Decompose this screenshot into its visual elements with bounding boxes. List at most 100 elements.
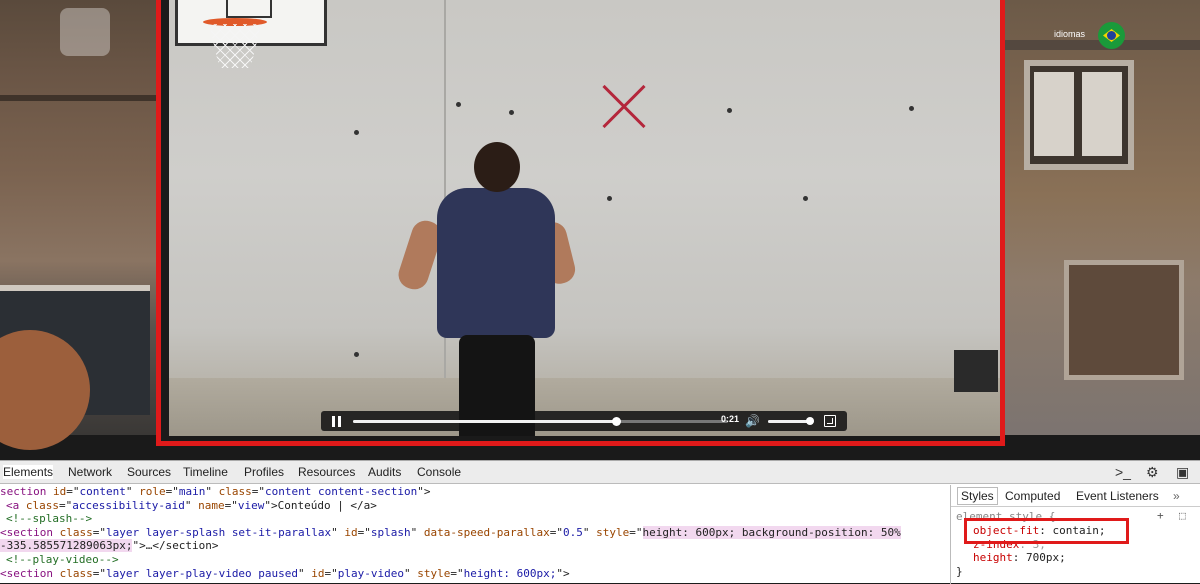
building-stripe (0, 95, 156, 101)
dom-node-line[interactable]: -335.585571289063px;">…</section> (0, 539, 219, 553)
dom-token: "> (556, 566, 570, 580)
dom-token: =" (450, 566, 464, 580)
rule-close-brace: } (956, 565, 963, 578)
dom-token: " (404, 566, 418, 580)
dom-token: class (59, 566, 93, 580)
seek-bar[interactable] (353, 417, 728, 426)
rule-value: 700px; (1026, 551, 1066, 564)
language-label[interactable]: idiomas (1054, 29, 1085, 39)
site-logo (60, 8, 110, 56)
dom-token: style (417, 566, 451, 580)
dom-node-line[interactable]: <section class =" layer layer-play-video p… (0, 567, 570, 581)
dom-token: " (331, 525, 345, 539)
dom-tree[interactable]: section id="content" role="main" class="… (0, 485, 950, 584)
dom-token: =" (59, 498, 73, 512)
dock-icon[interactable]: ▣ (1176, 464, 1189, 481)
tab-profiles[interactable]: Profiles (244, 465, 284, 479)
x-mark (601, 84, 647, 130)
dom-node-line[interactable]: <!--splash--> (6, 512, 92, 526)
dom-token: =" (66, 485, 80, 498)
gear-icon[interactable]: ⚙ (1146, 464, 1159, 481)
dom-token: ">Conteúdo | </a> (264, 498, 377, 512)
dom-token: <!--play-video--> (6, 553, 119, 566)
dom-token: id (344, 525, 358, 539)
dom-token: ">…</section> (132, 539, 219, 553)
wall-dot (509, 110, 514, 115)
dark-box (954, 350, 998, 392)
dom-token: =" (357, 525, 371, 539)
dom-token: view (237, 498, 265, 512)
dom-token: id (311, 566, 325, 580)
dom-token: -335.585571289063px; (0, 539, 133, 553)
dom-token: class (25, 498, 59, 512)
dom-token: " (205, 485, 219, 498)
dom-token: class (218, 485, 252, 498)
volume-handle[interactable] (806, 417, 815, 425)
video-controls: 0:21 🔊 (321, 411, 847, 431)
dom-token: <section (0, 566, 60, 580)
tab-elements[interactable]: Elements (3, 465, 54, 479)
tab-styles[interactable]: Styles (957, 487, 998, 505)
seek-progress (353, 420, 616, 423)
chevron-right-icon[interactable]: » (1173, 489, 1180, 503)
toggle-state-icon[interactable]: ⬚ (1179, 509, 1186, 522)
dom-token: splash (370, 525, 411, 539)
fullscreen-icon[interactable] (824, 415, 836, 427)
tab-computed[interactable]: Computed (1005, 489, 1060, 503)
tab-timeline[interactable]: Timeline (183, 465, 228, 479)
tab-network[interactable]: Network (68, 465, 112, 479)
dom-node-line[interactable]: <!--play-video--> (6, 553, 119, 567)
tab-audits[interactable]: Audits (368, 465, 401, 479)
dom-token: <a (6, 498, 26, 512)
tab-sources[interactable]: Sources (127, 465, 171, 479)
add-rule-icon[interactable]: + (1157, 509, 1164, 522)
dom-token: " (184, 498, 199, 512)
wall-dot (354, 352, 359, 357)
dom-token: =" (324, 566, 338, 580)
dom-token: play-video (337, 566, 405, 580)
tab-console[interactable]: Console (417, 465, 461, 479)
brazil-flag-icon[interactable] (1098, 22, 1125, 49)
pause-icon[interactable] (331, 416, 342, 427)
wall-dot (727, 108, 732, 113)
window-pane (1082, 72, 1122, 156)
wall-dot (803, 196, 808, 201)
dom-token: accessibility-aid (72, 498, 185, 512)
dom-token: =" (224, 498, 238, 512)
dom-token: "> (417, 485, 431, 498)
volume-level (768, 420, 811, 423)
seek-handle[interactable] (611, 417, 621, 426)
wall-dot (909, 106, 914, 111)
dom-token: layer layer-splash set-it-parallax (105, 525, 332, 539)
dom-token: =" (629, 525, 643, 539)
flag-globe (1107, 31, 1116, 40)
wall-dot (607, 196, 612, 201)
dom-node-line[interactable]: <section class="layer layer-splash set-i… (0, 525, 901, 540)
dom-token: layer layer-play-video paused (105, 566, 299, 580)
video-frame (169, 0, 1000, 436)
highlight-annotation (964, 518, 1129, 544)
video-player[interactable] (156, 0, 1005, 446)
wall-dot (354, 130, 359, 135)
volume-slider[interactable] (768, 417, 815, 425)
dom-token: <section (0, 525, 60, 539)
devtools-tabbar: Elements Network Sources Timeline Profil… (0, 461, 1200, 484)
background-image-left (0, 0, 156, 450)
tab-resources[interactable]: Resources (298, 465, 355, 479)
page-background: 0:21 🔊 idiomas (0, 0, 1200, 460)
dom-token: =" (92, 525, 106, 539)
dom-token: =" (251, 485, 265, 498)
console-drawer-icon[interactable]: >_ (1115, 464, 1131, 480)
window-pane (1034, 72, 1074, 156)
dom-token: content (79, 485, 126, 498)
volume-icon[interactable]: 🔊 (745, 414, 760, 428)
dom-token: =" (549, 525, 563, 539)
dom-node-line[interactable]: <a class="accessibility-aid" name="view"… (6, 499, 377, 513)
tab-event-listeners[interactable]: Event Listeners (1076, 489, 1159, 503)
dom-token: class (59, 525, 93, 539)
style-rule[interactable]: height: 700px; (973, 551, 1066, 564)
dom-node-line[interactable]: section id="content" role="main" class="… (0, 485, 431, 499)
dom-token: content content-section (264, 485, 418, 498)
wall-dot (456, 102, 461, 107)
dom-token: id (52, 485, 67, 498)
